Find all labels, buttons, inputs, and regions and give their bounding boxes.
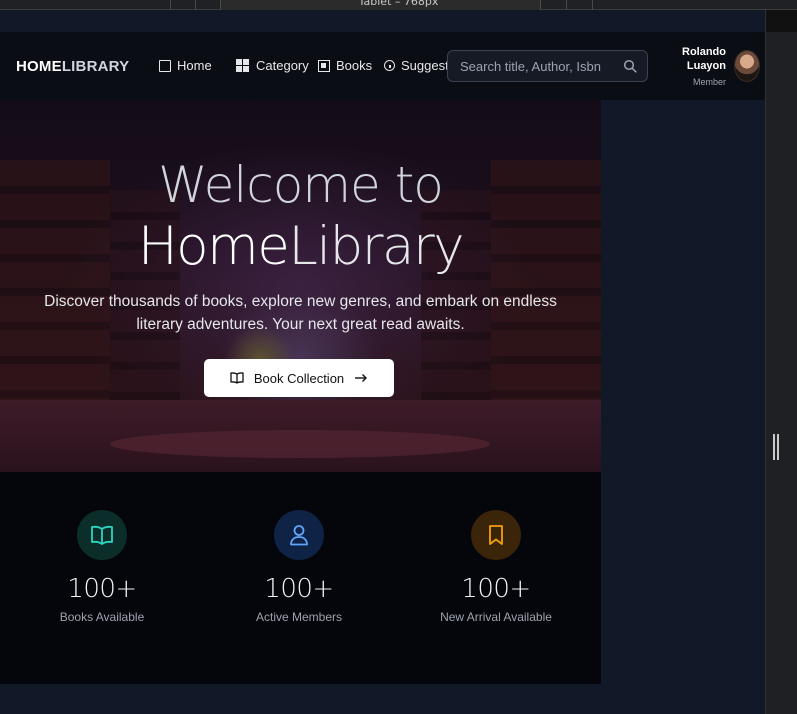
page-footer-gap xyxy=(0,684,601,714)
stat-label: Books Available xyxy=(59,610,145,624)
navbar: HOMELIBRARY Home Category Books Suggest xyxy=(0,32,765,100)
stat-new-arrivals: 100+ New Arrival Available xyxy=(396,510,596,624)
hero-title-line2: HomeLibrary xyxy=(137,216,465,277)
info-icon xyxy=(384,60,395,71)
search-icon[interactable] xyxy=(623,59,637,73)
bookmark-icon xyxy=(489,525,503,545)
search-box xyxy=(447,50,648,82)
stat-value: 100+ xyxy=(67,574,137,604)
stats-section: 100+ Books Available 100+ Active Members… xyxy=(0,472,601,684)
grid-icon xyxy=(236,58,250,73)
home-square-icon xyxy=(159,59,171,72)
resize-handle[interactable] xyxy=(773,434,780,460)
nav-item-category[interactable]: Category xyxy=(236,58,309,73)
nav-item-books[interactable]: Books xyxy=(318,58,372,73)
nav-item-label: Suggest xyxy=(401,58,449,73)
hero-section: Welcome to HomeLibrary Discover thousand… xyxy=(0,100,601,472)
stat-value: 100+ xyxy=(461,574,531,604)
stat-icon-circle xyxy=(471,510,521,560)
user-icon xyxy=(290,525,308,546)
stat-label: New Arrival Available xyxy=(440,610,552,624)
stat-icon-circle xyxy=(274,510,324,560)
avatar[interactable] xyxy=(734,50,760,82)
user-name: Rolando Luayon xyxy=(682,46,726,72)
nav-item-label: Books xyxy=(336,58,373,73)
nav-item-label: Category xyxy=(256,58,309,73)
site-logo[interactable]: HOMELIBRARY xyxy=(16,58,129,75)
search-input[interactable] xyxy=(460,58,620,74)
book-box-icon xyxy=(318,59,330,72)
empty-right-area xyxy=(601,100,765,714)
hero-subtitle: Discover thousands of books, explore new… xyxy=(44,293,557,333)
stat-books: 100+ Books Available xyxy=(2,510,202,624)
user-role: Member xyxy=(692,77,726,87)
user-profile[interactable]: Rolando Luayon Member xyxy=(660,44,760,90)
nav-item-suggest[interactable]: Suggest xyxy=(384,58,449,73)
viewport-size-label: Tablet – 768px xyxy=(358,0,439,8)
stat-label: Active Members xyxy=(255,610,343,624)
devtools-ruler: Tablet – 768px xyxy=(0,0,797,10)
open-book-icon xyxy=(91,525,113,545)
open-book-icon xyxy=(230,372,244,384)
stat-members: 100+ Active Members xyxy=(199,510,399,624)
arrow-right-icon xyxy=(355,374,368,382)
devtools-resize-gutter xyxy=(765,10,797,714)
hero-title-line1: Welcome to xyxy=(158,156,444,214)
book-collection-button[interactable]: Book Collection xyxy=(204,359,394,397)
stat-value: 100+ xyxy=(264,574,334,604)
nav-item-home[interactable]: Home xyxy=(159,58,212,73)
nav-item-label: Home xyxy=(177,58,212,73)
cta-label: Book Collection xyxy=(253,370,345,386)
stat-icon-circle xyxy=(77,510,127,560)
page-viewport: HOMELIBRARY Home Category Books Suggest xyxy=(0,32,765,714)
